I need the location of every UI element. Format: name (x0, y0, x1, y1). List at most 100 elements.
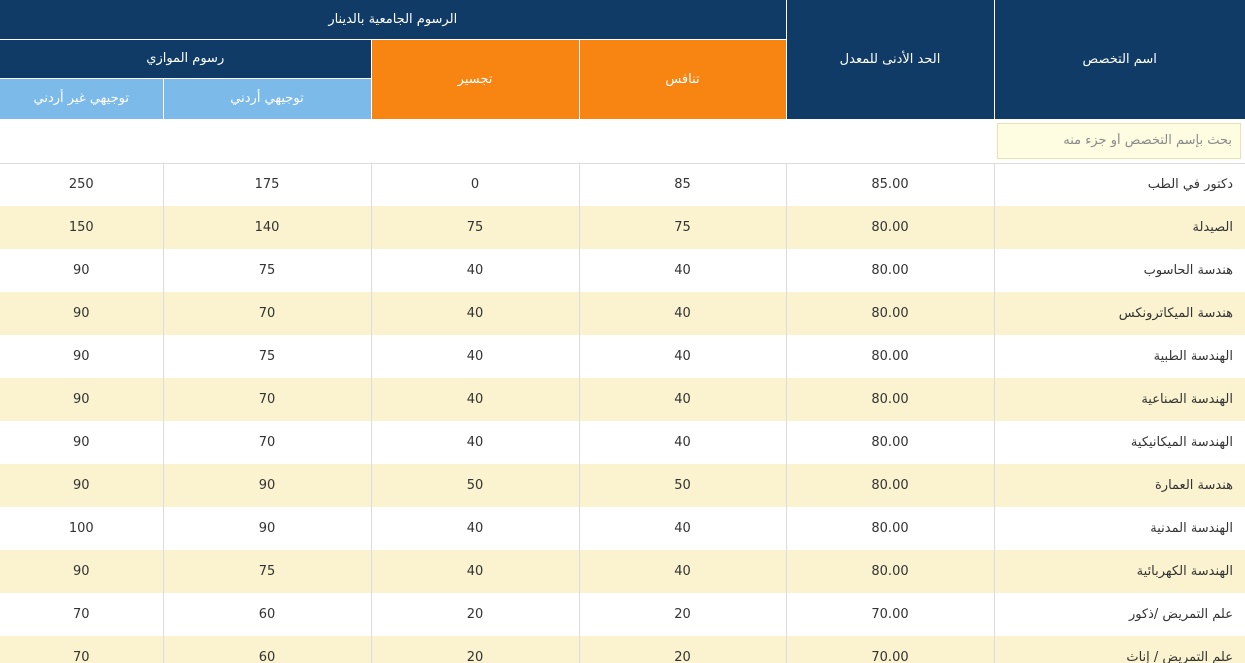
cell-competition-fee: 40 (579, 249, 787, 292)
table-row: 90 75 40 40 80.00 هندسة الحاسوب (0, 249, 1245, 292)
cell-bridging-fee: 20 (371, 593, 580, 636)
cell-major-name: دكتور في الطب (994, 163, 1245, 206)
cell-bridging-fee: 0 (371, 163, 580, 206)
cell-min-average: 85.00 (786, 163, 995, 206)
cell-major-name: علم التمريض /ذكور (994, 593, 1245, 636)
table-row: 90 70 40 40 80.00 هندسة الميكاترونكس (0, 292, 1245, 335)
cell-major-name: الهندسة الطبية (994, 335, 1245, 378)
cell-competition-fee: 40 (579, 507, 787, 550)
table-row: 90 75 40 40 80.00 الهندسة الكهربائية (0, 550, 1245, 593)
cell-jordanian-fee: 75 (163, 249, 372, 292)
cell-non-jordanian-fee: 100 (0, 507, 164, 550)
cell-competition-fee: 75 (579, 206, 787, 249)
cell-competition-fee: 85 (579, 163, 787, 206)
cell-major-name: الصيدلة (994, 206, 1245, 249)
cell-competition-fee: 40 (579, 292, 787, 335)
cell-min-average: 80.00 (786, 335, 995, 378)
cell-jordanian-fee: 140 (163, 206, 372, 249)
header-min-average[interactable]: الحد الأدنى للمعدل (786, 0, 995, 119)
cell-jordanian-fee: 75 (163, 335, 372, 378)
cell-non-jordanian-fee: 90 (0, 421, 164, 464)
cell-min-average: 70.00 (786, 636, 995, 663)
table-row: 90 75 40 40 80.00 الهندسة الطبية (0, 335, 1245, 378)
table-row: 70 60 20 20 70.00 علم التمريض /ذكور (0, 593, 1245, 636)
cell-major-name: هندسة الحاسوب (994, 249, 1245, 292)
search-input[interactable] (1004, 122, 1234, 159)
header-parallel-group: رسوم الموازي (0, 39, 372, 79)
cell-non-jordanian-fee: 90 (0, 378, 164, 421)
table-row: 90 70 40 40 80.00 الهندسة الصناعية (0, 378, 1245, 421)
header-bridging[interactable]: تجسير (371, 39, 580, 119)
table-row: 100 90 40 40 80.00 الهندسة المدنية (0, 507, 1245, 550)
table-row: 150 140 75 75 80.00 الصيدلة (0, 206, 1245, 249)
header-fees-group: الرسوم الجامعية بالدينار (0, 0, 787, 40)
cell-competition-fee: 40 (579, 378, 787, 421)
cell-non-jordanian-fee: 90 (0, 335, 164, 378)
fees-table: الرسوم الجامعية بالدينار الحد الأدنى للم… (0, 0, 1245, 663)
cell-jordanian-fee: 70 (163, 421, 372, 464)
cell-major-name: الهندسة الكهربائية (994, 550, 1245, 593)
cell-jordanian-fee: 60 (163, 636, 372, 663)
cell-min-average: 80.00 (786, 378, 995, 421)
table-row: 90 90 50 50 80.00 هندسة العمارة (0, 464, 1245, 507)
fees-page: الرسوم الجامعية بالدينار الحد الأدنى للم… (0, 0, 1245, 663)
header-jordanian[interactable]: توجيهي أردني (163, 78, 372, 119)
cell-jordanian-fee: 90 (163, 507, 372, 550)
cell-jordanian-fee: 60 (163, 593, 372, 636)
table-body: 250 175 0 85 85.00 دكتور في الطب 150 140 75 75 80.… (0, 163, 1245, 663)
cell-major-name: الهندسة الميكانيكية (994, 421, 1245, 464)
cell-competition-fee: 40 (579, 421, 787, 464)
search-row-spacer (0, 119, 994, 164)
cell-non-jordanian-fee: 90 (0, 464, 164, 507)
cell-bridging-fee: 50 (371, 464, 580, 507)
cell-competition-fee: 20 (579, 636, 787, 663)
cell-bridging-fee: 40 (371, 507, 580, 550)
table-header: الرسوم الجامعية بالدينار الحد الأدنى للم… (0, 0, 1245, 164)
cell-major-name: الهندسة الصناعية (994, 378, 1245, 421)
cell-min-average: 80.00 (786, 249, 995, 292)
cell-min-average: 80.00 (786, 292, 995, 335)
cell-major-name: علم التمريض / إناث (994, 636, 1245, 663)
cell-bridging-fee: 40 (371, 292, 580, 335)
cell-bridging-fee: 40 (371, 421, 580, 464)
cell-jordanian-fee: 75 (163, 550, 372, 593)
cell-major-name: الهندسة المدنية (994, 507, 1245, 550)
cell-non-jordanian-fee: 70 (0, 636, 164, 663)
search-box (997, 122, 1241, 159)
cell-min-average: 80.00 (786, 507, 995, 550)
cell-competition-fee: 50 (579, 464, 787, 507)
cell-non-jordanian-fee: 250 (0, 163, 164, 206)
cell-competition-fee: 40 (579, 550, 787, 593)
cell-jordanian-fee: 175 (163, 163, 372, 206)
table-row: 90 70 40 40 80.00 الهندسة الميكانيكية (0, 421, 1245, 464)
cell-bridging-fee: 40 (371, 249, 580, 292)
cell-competition-fee: 40 (579, 335, 787, 378)
cell-non-jordanian-fee: 70 (0, 593, 164, 636)
cell-jordanian-fee: 90 (163, 464, 372, 507)
cell-non-jordanian-fee: 90 (0, 249, 164, 292)
cell-bridging-fee: 40 (371, 378, 580, 421)
cell-competition-fee: 20 (579, 593, 787, 636)
cell-bridging-fee: 20 (371, 636, 580, 663)
cell-non-jordanian-fee: 150 (0, 206, 164, 249)
cell-jordanian-fee: 70 (163, 292, 372, 335)
cell-non-jordanian-fee: 90 (0, 550, 164, 593)
header-major-name[interactable]: اسم التخصص (994, 0, 1245, 119)
cell-min-average: 80.00 (786, 550, 995, 593)
table-row: 250 175 0 85 85.00 دكتور في الطب (0, 163, 1245, 206)
cell-min-average: 80.00 (786, 464, 995, 507)
cell-bridging-fee: 40 (371, 335, 580, 378)
cell-bridging-fee: 40 (371, 550, 580, 593)
cell-min-average: 80.00 (786, 421, 995, 464)
cell-bridging-fee: 75 (371, 206, 580, 249)
cell-major-name: هندسة الميكاترونكس (994, 292, 1245, 335)
search-cell (994, 119, 1245, 164)
header-competition[interactable]: تنافس (579, 39, 787, 119)
cell-min-average: 70.00 (786, 593, 995, 636)
table-row: 70 60 20 20 70.00 علم التمريض / إناث (0, 636, 1245, 663)
cell-min-average: 80.00 (786, 206, 995, 249)
header-non-jordanian[interactable]: توجيهي غير أردني (0, 78, 164, 119)
cell-jordanian-fee: 70 (163, 378, 372, 421)
cell-major-name: هندسة العمارة (994, 464, 1245, 507)
cell-non-jordanian-fee: 90 (0, 292, 164, 335)
